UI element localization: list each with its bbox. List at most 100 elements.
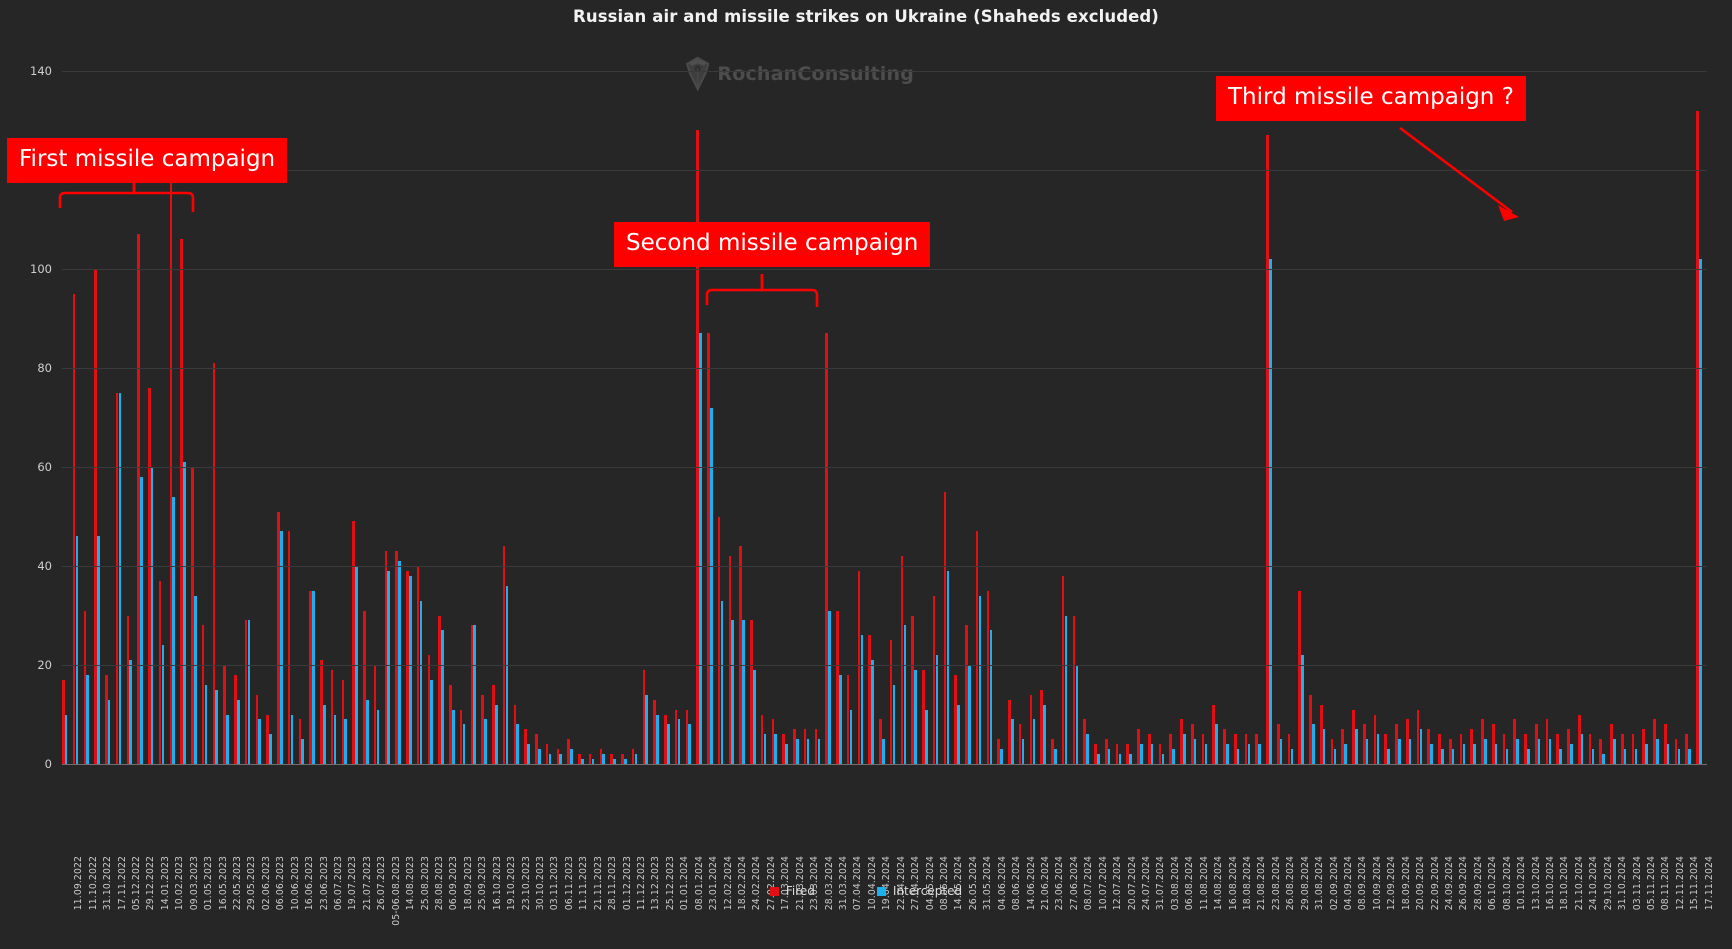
- bar-group[interactable]: [1233, 71, 1245, 764]
- bar-group[interactable]: [1212, 71, 1223, 764]
- bar-group[interactable]: [502, 71, 514, 764]
- bar-group[interactable]: [1384, 71, 1395, 764]
- bar-group[interactable]: [1599, 71, 1610, 764]
- bar-group[interactable]: [1653, 71, 1664, 764]
- bar-group[interactable]: [1330, 71, 1342, 764]
- bar-group[interactable]: [879, 71, 890, 764]
- bar-group[interactable]: [857, 71, 869, 764]
- bar-group[interactable]: [771, 71, 783, 764]
- bar-group[interactable]: [1610, 71, 1621, 764]
- bar-group[interactable]: [685, 71, 697, 764]
- bar-group[interactable]: [836, 71, 847, 764]
- bar-group[interactable]: [825, 71, 836, 764]
- bar-group[interactable]: [631, 71, 643, 764]
- bar-group[interactable]: [1502, 71, 1514, 764]
- bar-group[interactable]: [1201, 71, 1213, 764]
- bar-group[interactable]: [309, 71, 320, 764]
- bar-group[interactable]: [911, 71, 922, 764]
- bar-group[interactable]: [664, 71, 675, 764]
- bar-group[interactable]: [1115, 71, 1127, 764]
- bar-group[interactable]: [1588, 71, 1600, 764]
- bar-group[interactable]: [621, 71, 632, 764]
- bar-group[interactable]: [1040, 71, 1051, 764]
- bar-group[interactable]: [1395, 71, 1406, 764]
- bar-group[interactable]: [373, 71, 385, 764]
- bar-group[interactable]: [610, 71, 621, 764]
- bar-group[interactable]: [1459, 71, 1471, 764]
- bar-group[interactable]: [1287, 71, 1299, 764]
- bar-group[interactable]: [341, 71, 353, 764]
- legend-item-fired[interactable]: Fired: [769, 884, 815, 898]
- bar-group[interactable]: [1524, 71, 1535, 764]
- bar-group[interactable]: [814, 71, 826, 764]
- bar-group[interactable]: [642, 71, 654, 764]
- bar-group[interactable]: [535, 71, 546, 764]
- bar-group[interactable]: [1169, 71, 1180, 764]
- bar-group[interactable]: [1276, 71, 1288, 764]
- bar-group[interactable]: [922, 71, 933, 764]
- bar-group[interactable]: [1674, 71, 1686, 764]
- bar-group[interactable]: [363, 71, 374, 764]
- bar-group[interactable]: [1545, 71, 1557, 764]
- bar-group[interactable]: [1631, 71, 1643, 764]
- bar-group[interactable]: [395, 71, 406, 764]
- bar-group[interactable]: [406, 71, 417, 764]
- bar-group[interactable]: [1513, 71, 1524, 764]
- bar-group[interactable]: [1352, 71, 1363, 764]
- bar-group[interactable]: [846, 71, 858, 764]
- bar-group[interactable]: [384, 71, 396, 764]
- bar-group[interactable]: [1416, 71, 1428, 764]
- bar-group[interactable]: [1298, 71, 1309, 764]
- bar-group[interactable]: [459, 71, 471, 764]
- bar-group[interactable]: [1341, 71, 1352, 764]
- bar-group[interactable]: [986, 71, 998, 764]
- bar-group[interactable]: [427, 71, 439, 764]
- bar-group[interactable]: [1180, 71, 1191, 764]
- bar-group[interactable]: [997, 71, 1008, 764]
- bar-group[interactable]: [1373, 71, 1385, 764]
- bar-group[interactable]: [1556, 71, 1567, 764]
- bar-group[interactable]: [1061, 71, 1073, 764]
- bar-group[interactable]: [1642, 71, 1653, 764]
- bar-group[interactable]: [1696, 71, 1707, 764]
- bar-group[interactable]: [739, 71, 750, 764]
- bar-group[interactable]: [352, 71, 363, 764]
- bar-group[interactable]: [470, 71, 482, 764]
- bar-group[interactable]: [1405, 71, 1417, 764]
- bar-group[interactable]: [1029, 71, 1041, 764]
- bar-group[interactable]: [1577, 71, 1589, 764]
- bar-group[interactable]: [599, 71, 611, 764]
- bar-group[interactable]: [1620, 71, 1632, 764]
- bar-group[interactable]: [868, 71, 879, 764]
- bar-group[interactable]: [1223, 71, 1234, 764]
- bar-group[interactable]: [524, 71, 535, 764]
- bar-group[interactable]: [588, 71, 600, 764]
- bar-group[interactable]: [1104, 71, 1116, 764]
- bar-group[interactable]: [793, 71, 804, 764]
- bar-group[interactable]: [1147, 71, 1159, 764]
- bar-group[interactable]: [1094, 71, 1105, 764]
- bar-group[interactable]: [1137, 71, 1148, 764]
- bar-group[interactable]: [1072, 71, 1084, 764]
- bar-group[interactable]: [1126, 71, 1137, 764]
- bar-group[interactable]: [707, 71, 718, 764]
- bar-group[interactable]: [717, 71, 729, 764]
- bar-group[interactable]: [1319, 71, 1331, 764]
- bar-group[interactable]: [492, 71, 503, 764]
- bar-group[interactable]: [889, 71, 901, 764]
- bar-group[interactable]: [1255, 71, 1266, 764]
- bar-group[interactable]: [513, 71, 525, 764]
- bar-group[interactable]: [578, 71, 589, 764]
- bar-group[interactable]: [298, 71, 310, 764]
- bar-group[interactable]: [1266, 71, 1277, 764]
- bar-group[interactable]: [481, 71, 492, 764]
- bar-group[interactable]: [782, 71, 793, 764]
- bar-group[interactable]: [696, 71, 707, 764]
- bar-group[interactable]: [567, 71, 578, 764]
- bar-group[interactable]: [1158, 71, 1170, 764]
- bar-group[interactable]: [1427, 71, 1438, 764]
- bar-group[interactable]: [1008, 71, 1019, 764]
- bar-group[interactable]: [287, 71, 299, 764]
- bar-group[interactable]: [965, 71, 976, 764]
- bar-group[interactable]: [803, 71, 815, 764]
